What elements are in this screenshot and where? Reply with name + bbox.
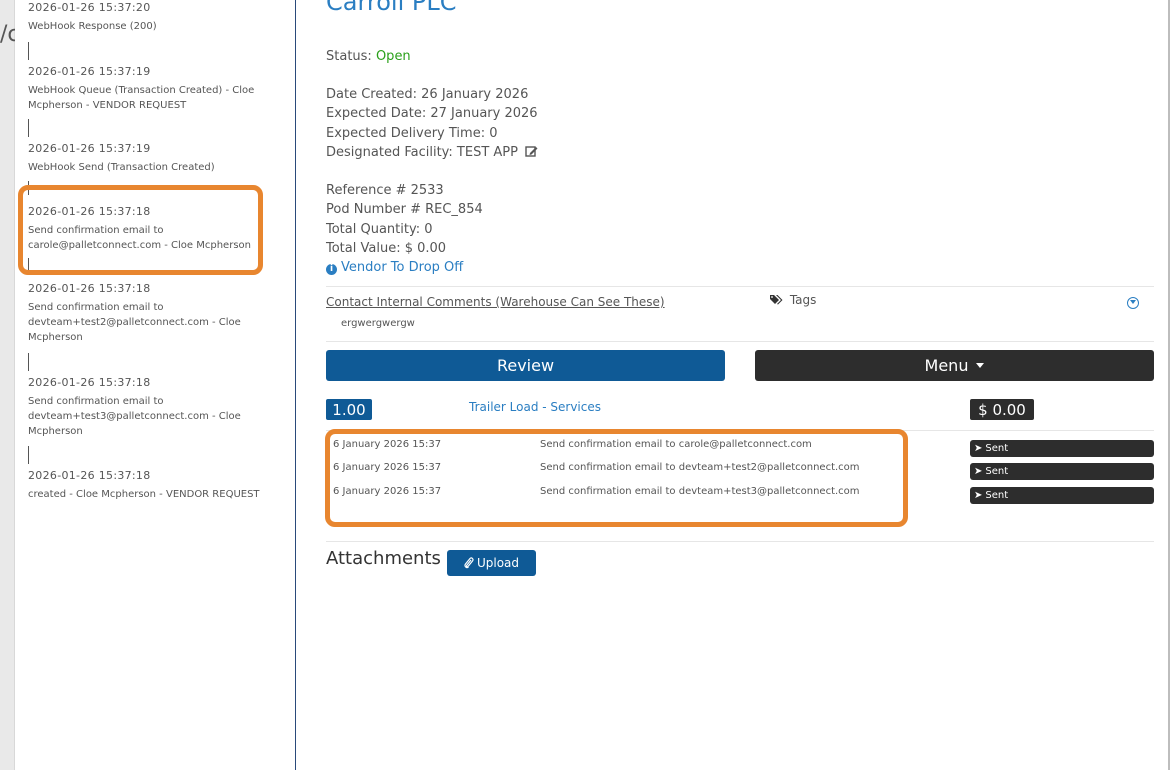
vendor-drop-off-label: Vendor To Drop Off [341, 260, 464, 275]
expected-delivery-time: Expected Delivery Time: 0 [326, 126, 498, 141]
timeline-connector [28, 119, 29, 137]
highlight-box-emails [325, 429, 908, 527]
attachments-heading: Attachments [326, 548, 441, 569]
history-desc: created - Cloe Mcpherson - VENDOR REQUES… [28, 489, 260, 500]
status-row: Status: Open [326, 49, 411, 64]
internal-comment-text: ergwergwergw [341, 318, 415, 329]
menu-button-label: Menu [924, 356, 969, 375]
history-sidebar[interactable]: 2026-01-26 15:37:20 WebHook Response (20… [15, 0, 296, 770]
company-name-link[interactable]: Carroll PLC [326, 0, 457, 16]
tags-label-row: Tags [770, 293, 816, 307]
divider [326, 286, 1154, 287]
status-label: Status: [326, 49, 372, 64]
vendor-drop-off-link[interactable]: i Vendor To Drop Off [326, 260, 463, 275]
history-entry: 2026-01-26 15:37:18 created - Cloe Mcphe… [28, 469, 288, 502]
caret-down-icon [976, 363, 985, 368]
edit-icon[interactable] [525, 145, 538, 157]
info-icon: i [326, 264, 337, 275]
divider [326, 541, 1154, 542]
designated-facility: Designated Facility: TEST APP [326, 145, 518, 160]
sent-status-button[interactable]: ➤ Sent [970, 440, 1154, 457]
window-gutter: /c [0, 0, 20, 770]
review-button[interactable]: Review [326, 350, 725, 381]
history-time: 2026-01-26 15:37:19 [28, 65, 151, 78]
reference-number: Reference # 2533 [326, 183, 444, 198]
history-desc: WebHook Send (Transaction Created) [28, 162, 215, 173]
designated-facility-row: Designated Facility: TEST APP [326, 145, 538, 160]
history-entry: 2026-01-26 15:37:20 WebHook Response (20… [28, 1, 288, 34]
sent-label: Sent [985, 443, 1009, 454]
history-desc: Send confirmation email to devteam+test3… [28, 396, 241, 437]
history-entry: 2026-01-26 15:37:18 Send confirmation em… [28, 376, 288, 439]
expected-date: Expected Date: 27 January 2026 [326, 106, 538, 121]
paper-plane-icon: ➤ [974, 443, 983, 454]
timeline-connector [28, 446, 29, 464]
history-time: 2026-01-26 15:37:19 [28, 142, 151, 155]
history-desc: WebHook Response (200) [28, 21, 157, 32]
divider [326, 341, 1154, 342]
highlight-box-history [18, 185, 263, 275]
sent-status-button[interactable]: ➤ Sent [970, 487, 1154, 504]
history-time: 2026-01-26 15:37:18 [28, 282, 151, 295]
date-created: Date Created: 26 January 2026 [326, 87, 529, 102]
pod-number: Pod Number # REC_854 [326, 202, 483, 217]
history-time: 2026-01-26 15:37:18 [28, 469, 151, 482]
upload-button[interactable]: Upload [447, 550, 536, 576]
history-entry: 2026-01-26 15:37:19 WebHook Queue (Trans… [28, 65, 288, 113]
sent-status-button[interactable]: ➤ Sent [970, 463, 1154, 480]
paper-plane-icon: ➤ [974, 466, 983, 477]
menu-dropdown-button[interactable]: Menu [755, 350, 1154, 381]
history-entry: 2026-01-26 15:37:19 WebHook Send (Transa… [28, 142, 288, 175]
paperclip-icon [464, 557, 474, 569]
service-link[interactable]: Trailer Load - Services [469, 400, 601, 414]
internal-comments-link[interactable]: Contact Internal Comments (Warehouse Can… [326, 295, 665, 309]
line-quantity-badge: 1.00 [326, 399, 372, 420]
status-value: Open [375, 49, 411, 64]
history-time: 2026-01-26 15:37:20 [28, 1, 151, 14]
timeline-connector [28, 42, 29, 60]
history-desc: WebHook Queue (Transaction Created) - Cl… [28, 85, 255, 111]
sent-label: Sent [985, 466, 1009, 477]
total-quantity: Total Quantity: 0 [326, 222, 433, 237]
upload-label: Upload [476, 556, 520, 570]
history-time: 2026-01-26 15:37:18 [28, 376, 151, 389]
tags-expand-icon[interactable] [1127, 297, 1139, 309]
total-value: Total Value: $ 0.00 [326, 241, 447, 256]
transaction-details-panel: Carroll PLC Status: Open Date Created: 2… [296, 0, 1168, 770]
tags-icon [770, 295, 783, 305]
history-entry: 2026-01-26 15:37:18 Send confirmation em… [28, 282, 288, 345]
history-desc: Send confirmation email to devteam+test2… [28, 302, 241, 343]
tags-label: Tags [789, 293, 817, 307]
review-button-label: Review [496, 356, 555, 375]
timeline-connector [28, 353, 29, 371]
sent-label: Sent [985, 490, 1009, 501]
line-value-badge: $ 0.00 [970, 399, 1034, 420]
paper-plane-icon: ➤ [974, 490, 983, 501]
